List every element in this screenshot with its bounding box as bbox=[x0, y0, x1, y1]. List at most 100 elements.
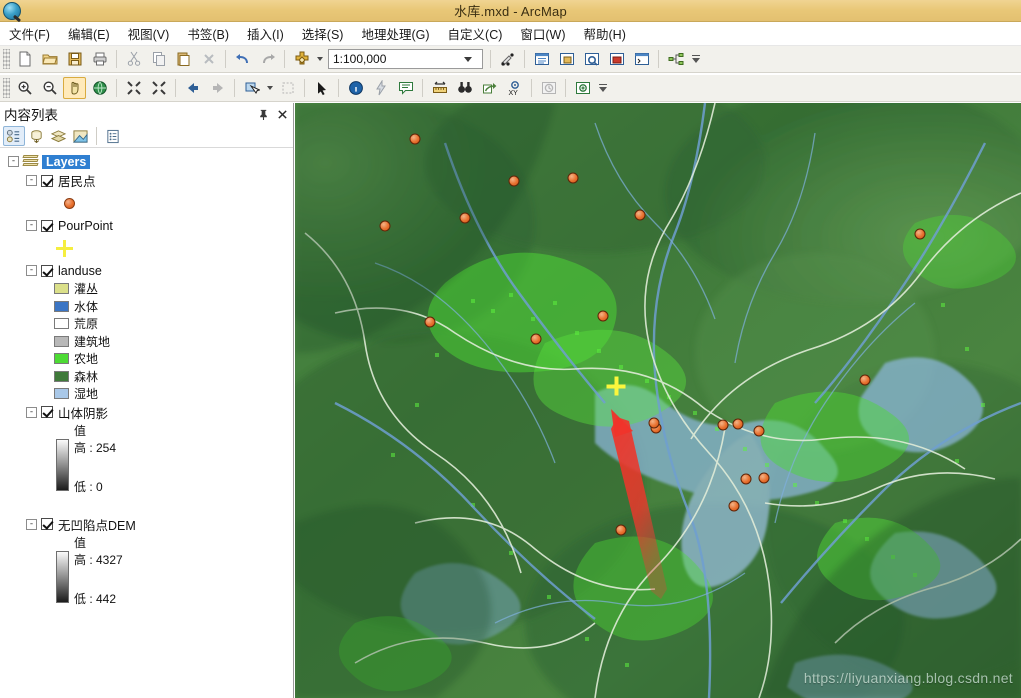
map-settlement-point[interactable] bbox=[567, 172, 579, 184]
previous-extent-tool[interactable] bbox=[181, 77, 204, 99]
catalog-window-button[interactable] bbox=[555, 48, 578, 70]
menu-customize[interactable]: 自定义(C) bbox=[439, 22, 512, 45]
create-viewer-tool[interactable] bbox=[571, 77, 594, 99]
copy-button[interactable] bbox=[147, 48, 170, 70]
open-button[interactable] bbox=[38, 48, 61, 70]
model-builder-button[interactable] bbox=[664, 48, 687, 70]
toc-window-button[interactable] bbox=[530, 48, 553, 70]
map-settlement-point[interactable] bbox=[424, 316, 436, 328]
select-features-dropdown-icon[interactable] bbox=[264, 77, 275, 99]
time-slider-tool[interactable] bbox=[537, 77, 560, 99]
map-settlement-point[interactable] bbox=[740, 473, 752, 485]
html-popup-tool[interactable] bbox=[394, 77, 417, 99]
map-settlement-point[interactable] bbox=[717, 419, 729, 431]
toolbar-grip[interactable] bbox=[3, 78, 10, 98]
menu-help[interactable]: 帮助(H) bbox=[575, 22, 635, 45]
map-settlement-point[interactable] bbox=[615, 524, 627, 536]
map-scale-combo[interactable] bbox=[328, 49, 483, 69]
go-to-xy-tool[interactable]: XY bbox=[503, 77, 526, 99]
menu-file[interactable]: 文件(F) bbox=[0, 22, 59, 45]
map-settlement-point[interactable] bbox=[753, 425, 765, 437]
select-features-tool[interactable] bbox=[240, 77, 263, 99]
list-by-selection-button[interactable] bbox=[69, 126, 91, 146]
map-settlement-point[interactable] bbox=[634, 209, 646, 221]
map-settlement-point[interactable] bbox=[859, 374, 871, 386]
map-settlement-point[interactable] bbox=[508, 175, 520, 187]
paste-button[interactable] bbox=[172, 48, 195, 70]
map-settlement-point[interactable] bbox=[409, 133, 421, 145]
list-by-drawing-order-button[interactable] bbox=[3, 126, 25, 146]
map-scale-input[interactable] bbox=[329, 50, 457, 68]
layer-visibility-checkbox[interactable] bbox=[41, 518, 53, 530]
map-settlement-point[interactable] bbox=[379, 220, 391, 232]
menu-insert[interactable]: 插入(I) bbox=[238, 22, 293, 45]
toc-layer-filled-dem[interactable]: - 无凹陷点DEM bbox=[0, 515, 293, 534]
new-map-button[interactable] bbox=[13, 48, 36, 70]
layer-visibility-checkbox[interactable] bbox=[41, 174, 53, 187]
menu-edit[interactable]: 编辑(E) bbox=[59, 22, 119, 45]
map-settlement-point[interactable] bbox=[728, 500, 740, 512]
map-settlement-point[interactable] bbox=[758, 472, 770, 484]
add-data-button[interactable] bbox=[290, 48, 313, 70]
menu-geoprocessing[interactable]: 地理处理(G) bbox=[352, 22, 438, 45]
zoom-out-tool[interactable] bbox=[38, 77, 61, 99]
print-button[interactable] bbox=[88, 48, 111, 70]
measure-tool[interactable] bbox=[428, 77, 451, 99]
map-settlement-point[interactable] bbox=[597, 310, 609, 322]
map-pour-point-cross[interactable] bbox=[606, 376, 626, 396]
toolbar-overflow-button[interactable] bbox=[597, 77, 609, 99]
list-by-visibility-button[interactable] bbox=[47, 126, 69, 146]
fixed-zoom-out-tool[interactable] bbox=[147, 77, 170, 99]
layer-visibility-checkbox[interactable] bbox=[41, 406, 53, 418]
identify-tool[interactable] bbox=[344, 77, 367, 99]
select-elements-tool[interactable] bbox=[310, 77, 333, 99]
fixed-zoom-in-tool[interactable] bbox=[122, 77, 145, 99]
map-settlement-point[interactable] bbox=[530, 333, 542, 345]
delete-button[interactable] bbox=[197, 48, 220, 70]
undo-button[interactable] bbox=[231, 48, 254, 70]
clear-selection-tool[interactable] bbox=[276, 77, 299, 99]
pan-tool[interactable] bbox=[63, 77, 86, 99]
find-route-tool[interactable] bbox=[478, 77, 501, 99]
full-extent-tool[interactable] bbox=[88, 77, 111, 99]
next-extent-tool[interactable] bbox=[206, 77, 229, 99]
list-by-source-button[interactable] bbox=[25, 126, 47, 146]
map-settlement-point[interactable] bbox=[648, 417, 660, 429]
expander-icon[interactable]: - bbox=[26, 220, 37, 231]
menu-bookmarks[interactable]: 书签(B) bbox=[178, 22, 238, 45]
redo-button[interactable] bbox=[256, 48, 279, 70]
map-settlement-point[interactable] bbox=[914, 228, 926, 240]
toc-layer-residents[interactable]: - 居民点 bbox=[0, 171, 293, 190]
menu-selection[interactable]: 选择(S) bbox=[293, 22, 353, 45]
expander-icon[interactable]: - bbox=[26, 406, 37, 418]
toolbar-overflow-button[interactable] bbox=[690, 48, 702, 70]
arctoolbox-button[interactable] bbox=[605, 48, 628, 70]
expander-icon[interactable]: - bbox=[26, 175, 37, 186]
hyperlink-tool[interactable] bbox=[369, 77, 392, 99]
close-icon[interactable] bbox=[274, 106, 290, 122]
save-button[interactable] bbox=[63, 48, 86, 70]
scale-dropdown-icon[interactable] bbox=[457, 50, 479, 68]
map-view[interactable]: https://liyuanxiang.blog.csdn.net bbox=[295, 103, 1021, 698]
expander-icon[interactable]: - bbox=[26, 265, 37, 276]
menu-view[interactable]: 视图(V) bbox=[119, 22, 179, 45]
toc-layer-hillshade[interactable]: - 山体阴影 bbox=[0, 403, 293, 422]
zoom-in-tool[interactable] bbox=[13, 77, 36, 99]
toolbar-grip[interactable] bbox=[3, 49, 10, 69]
expander-icon[interactable]: - bbox=[8, 156, 19, 167]
layer-visibility-checkbox[interactable] bbox=[41, 219, 53, 232]
menu-window[interactable]: 窗口(W) bbox=[511, 22, 574, 45]
layer-visibility-checkbox[interactable] bbox=[41, 264, 53, 277]
find-tool[interactable] bbox=[453, 77, 476, 99]
toc-root-layers[interactable]: - Layers bbox=[0, 152, 293, 171]
editor-toolbar-button[interactable] bbox=[496, 48, 519, 70]
map-settlement-point[interactable] bbox=[459, 212, 471, 224]
toc-layer-landuse[interactable]: - landuse bbox=[0, 261, 293, 280]
cut-button[interactable] bbox=[122, 48, 145, 70]
toc-options-button[interactable] bbox=[102, 126, 124, 146]
toc-layer-pourpoint[interactable]: - PourPoint bbox=[0, 216, 293, 235]
python-window-button[interactable] bbox=[630, 48, 653, 70]
search-window-button[interactable] bbox=[580, 48, 603, 70]
pin-icon[interactable] bbox=[255, 106, 271, 122]
map-settlement-point[interactable] bbox=[732, 418, 744, 430]
